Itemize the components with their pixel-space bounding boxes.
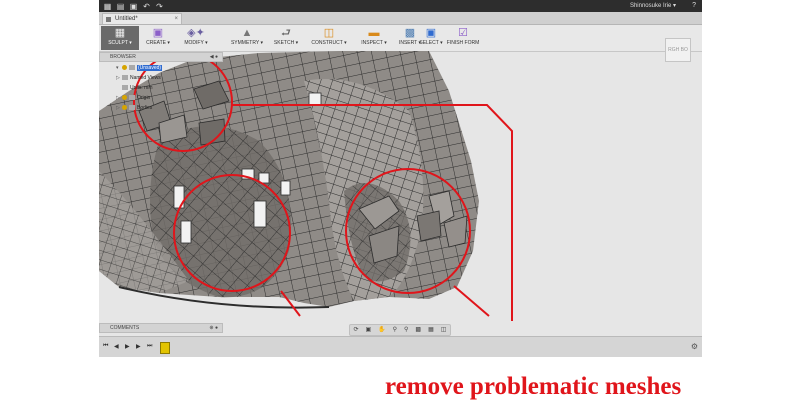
save-icon[interactable]: ▣ (129, 2, 138, 11)
document-tab[interactable]: Untitled* × (102, 13, 182, 24)
browser-item-label: Bodies (137, 105, 153, 111)
select-menu-button[interactable]: ▣ SELECT ▾ (419, 26, 443, 50)
create-label: CREATE ▾ (146, 40, 170, 46)
pan-hand-icon[interactable]: ✋ (378, 326, 385, 334)
modify-label: MODIFY ▾ (184, 40, 208, 46)
workspace-label: SCULPT ▾ (108, 40, 132, 46)
sculpt-icon: ▦ (114, 27, 126, 39)
sculpt-mesh-body[interactable] (99, 51, 479, 309)
go-to-start-icon[interactable]: ⏮ (103, 343, 108, 350)
browser-item-label: Origin (137, 95, 151, 101)
document-tab-bar: Untitled* × (99, 12, 702, 25)
orbit-icon[interactable]: ⟳ (353, 326, 358, 334)
sketch-icon: ⮐ (281, 27, 291, 39)
help-icon[interactable]: ? (692, 1, 696, 11)
timeline-form-feature-icon[interactable] (160, 342, 170, 354)
viewports-icon[interactable]: ◫ (441, 326, 447, 334)
sketch-menu-button[interactable]: ⮐ SKETCH ▾ (271, 26, 301, 50)
document-settings-icon (122, 85, 128, 91)
toolbar-ribbon: ▦ SCULPT ▾ ▣ CREATE ▾ ◈✦ MODIFY ▾ ▲ SYMM… (99, 25, 702, 52)
3d-viewport[interactable] (99, 51, 702, 321)
inspect-menu-button[interactable]: ▬ INSPECT ▾ (357, 26, 391, 50)
viewcube-face-labels: RGH BO (668, 47, 688, 53)
comments-title: COMMENTS (110, 325, 140, 331)
tab-title: Untitled* (115, 16, 138, 22)
timeline-bar: ⏮ ◀ ▶ ▶ ⏭ ⚙ (99, 336, 702, 357)
finish-form-label: FINISH FORM (446, 40, 480, 46)
workspace-switcher-button[interactable]: ▦ SCULPT ▾ (101, 26, 139, 50)
step-back-icon[interactable]: ◀ (114, 343, 119, 350)
construct-label: CONSTRUCT ▾ (311, 40, 347, 46)
title-bar: ▦ ▤ ▣ ↶ ↷ Shinnosuke Irie ▾ ? (99, 0, 702, 12)
redo-icon[interactable]: ↷ (155, 2, 164, 11)
comments-panel-controls[interactable]: ⊕ ● (209, 324, 218, 332)
browser-item-label: Named Views (130, 75, 161, 81)
browser-item-units[interactable]: Units: mm (122, 84, 153, 92)
symmetry-label: SYMMETRY ▾ (230, 40, 264, 46)
symmetry-menu-button[interactable]: ▲ SYMMETRY ▾ (229, 26, 265, 50)
create-cube-icon: ▣ (152, 27, 164, 39)
browser-item-named-views[interactable]: ▷ Named Views (116, 74, 161, 82)
navigation-bar: ⟳ ▣ ✋ ⚲ ⚲ ▩ ▦ ◫ (349, 324, 451, 336)
look-at-icon[interactable]: ▣ (366, 326, 372, 334)
fusion-window: ▦ ▤ ▣ ↶ ↷ Shinnosuke Irie ▾ ? Untitled* … (99, 0, 702, 357)
undo-icon[interactable]: ↶ (142, 2, 151, 11)
user-menu[interactable]: Shinnosuke Irie ▾ (630, 1, 676, 11)
file-icon[interactable]: ▤ (116, 2, 125, 11)
document-icon (106, 17, 111, 22)
sketch-label: SKETCH ▾ (273, 40, 299, 46)
browser-item-origin[interactable]: ▷ Origin (116, 94, 150, 102)
annotation-caption: remove problematic meshes (385, 373, 682, 400)
step-forward-icon[interactable]: ▶ (136, 343, 141, 350)
folder-icon (129, 95, 135, 101)
folder-icon (129, 105, 135, 111)
visibility-bulb-icon[interactable] (122, 95, 127, 101)
browser-panel-header[interactable]: BROWSER ◀ ● (99, 52, 223, 62)
inspect-measure-icon: ▬ (368, 27, 380, 39)
browser-item-bodies[interactable]: ▷ Bodies (116, 104, 152, 112)
browser-item-root[interactable]: ▾ (Unsaved) (116, 64, 163, 72)
viewcube[interactable]: RGH BO (665, 38, 691, 62)
browser-item-label: Units: mm (130, 85, 153, 91)
fit-icon[interactable]: ⚲ (404, 326, 408, 334)
construct-plane-icon: ◫ (323, 27, 335, 39)
folder-icon (122, 75, 128, 81)
go-to-end-icon[interactable]: ⏭ (147, 343, 152, 350)
zoom-icon[interactable]: ⚲ (393, 326, 397, 334)
modify-icon: ◈✦ (187, 27, 205, 39)
close-tab-icon[interactable]: × (174, 14, 178, 25)
symmetry-icon: ▲ (241, 27, 253, 39)
grid-settings-icon[interactable]: ▦ (428, 326, 434, 334)
timeline-settings-gear-icon[interactable]: ⚙ (691, 342, 698, 351)
annotation-link-right (453, 285, 490, 317)
finish-form-button[interactable]: ☑ FINISH FORM (445, 26, 481, 50)
visibility-bulb-icon[interactable] (122, 65, 127, 71)
folder-icon (129, 65, 135, 71)
select-label: SELECT ▾ (419, 40, 443, 46)
finish-form-icon: ☑ (458, 27, 468, 39)
create-menu-button[interactable]: ▣ CREATE ▾ (143, 26, 173, 50)
browser-item-label: (Unsaved) (137, 65, 163, 71)
modify-menu-button[interactable]: ◈✦ MODIFY ▾ (179, 26, 213, 50)
inspect-label: INSPECT ▾ (361, 40, 387, 46)
select-arrow-icon: ▣ (425, 27, 437, 39)
construct-menu-button[interactable]: ◫ CONSTRUCT ▾ (307, 26, 351, 50)
comments-panel-header[interactable]: COMMENTS ⊕ ● (99, 323, 223, 333)
browser-panel-controls[interactable]: ◀ ● (210, 53, 218, 61)
play-icon[interactable]: ▶ (125, 343, 130, 350)
visibility-bulb-icon[interactable] (122, 105, 127, 111)
grid-menu-icon[interactable]: ▦ (103, 2, 112, 11)
display-settings-icon[interactable]: ▩ (415, 326, 421, 334)
browser-title: BROWSER (110, 54, 136, 60)
